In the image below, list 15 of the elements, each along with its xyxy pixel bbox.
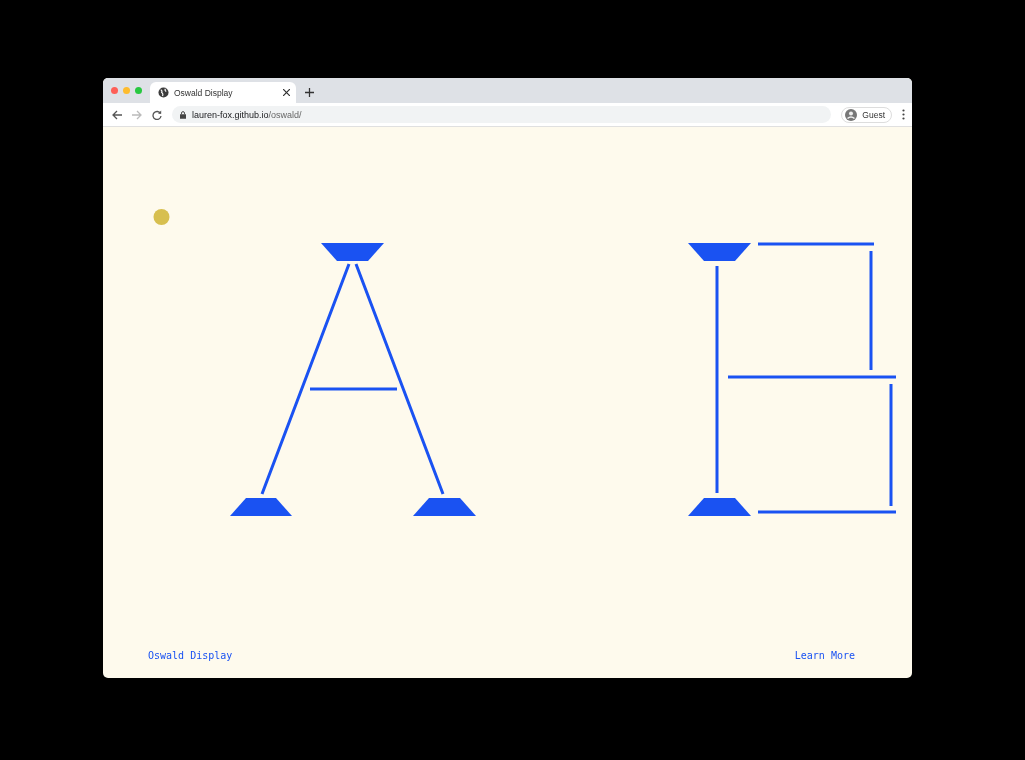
avatar-icon <box>845 108 858 121</box>
address-bar[interactable]: lauren-fox.github.io/oswald/ <box>172 106 832 123</box>
menu-icon[interactable] <box>902 109 905 120</box>
dot-icon <box>153 209 170 225</box>
new-tab-icon[interactable] <box>305 88 314 97</box>
globe-icon <box>158 87 169 98</box>
browser-tab[interactable]: Oswald Display <box>150 82 296 103</box>
learn-more-link[interactable]: Learn More <box>794 650 855 661</box>
close-tab-icon[interactable] <box>283 89 290 96</box>
url-text: lauren-fox.github.io/oswald/ <box>192 109 302 120</box>
back-icon[interactable] <box>112 109 122 120</box>
profile-button[interactable]: Guest <box>841 106 892 123</box>
reload-icon[interactable] <box>152 109 162 120</box>
lock-icon <box>180 110 186 119</box>
oswald-display-link[interactable]: Oswald Display <box>148 650 233 661</box>
